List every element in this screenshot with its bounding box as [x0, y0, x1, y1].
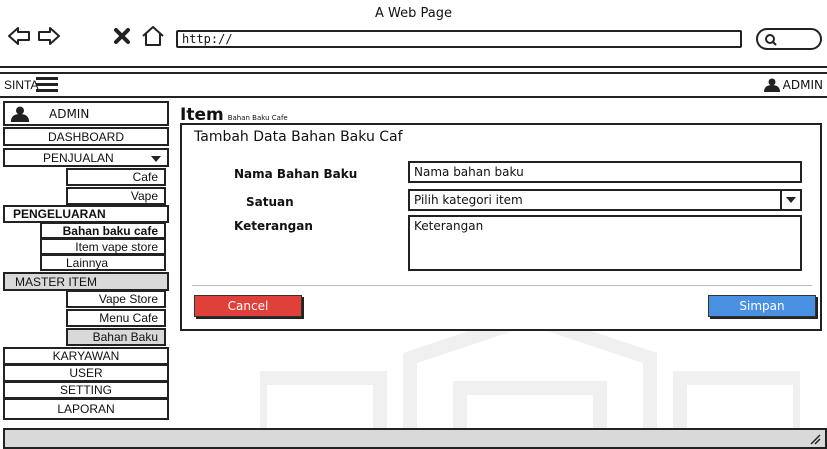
sidebar-item-item-vape-store[interactable]: Item vape store	[40, 238, 166, 255]
name-label: Nama Bahan Baku	[234, 167, 358, 181]
sidebar-item-dashboard[interactable]: DASHBOARD	[3, 127, 169, 146]
sidebar-item-menu-cafe[interactable]: Menu Cafe	[66, 309, 166, 327]
sidebar-item-pengeluaran[interactable]: PENGELUARAN	[3, 205, 169, 223]
search-icon	[765, 34, 777, 46]
save-button[interactable]: Simpan	[708, 295, 816, 317]
user-menu[interactable]: ADMIN	[763, 78, 823, 92]
page-subtitle: Bahan Baku Cafe	[227, 114, 288, 122]
user-icon	[763, 78, 780, 92]
sidebar-item-laporan[interactable]: LAPORAN	[3, 398, 169, 420]
sidebar-user: ADMIN	[3, 101, 169, 126]
app-bar: SINTA ADMIN	[0, 72, 827, 98]
user-icon	[10, 106, 30, 122]
close-icon[interactable]	[110, 24, 136, 48]
user-name: ADMIN	[782, 78, 823, 92]
sidebar-item-lainnya[interactable]: Lainnya	[40, 254, 166, 271]
sidebar-user-name: ADMIN	[49, 106, 90, 121]
page-title: Item Bahan Baku Cafe	[180, 105, 288, 125]
menu-icon[interactable]	[36, 77, 58, 93]
sidebar-item-karyawan[interactable]: KARYAWAN	[3, 347, 169, 365]
divider	[192, 285, 812, 286]
sidebar-item-label: PENJUALAN	[43, 150, 114, 165]
chevron-down-icon	[786, 197, 796, 203]
url-bar[interactable]: http://	[176, 30, 742, 48]
sidebar-item-cafe[interactable]: Cafe	[66, 168, 166, 186]
watermark-graphic	[260, 318, 800, 428]
sidebar-item-setting[interactable]: SETTING	[3, 381, 169, 399]
unit-select-value: Pilih kategori item	[414, 193, 523, 207]
unit-label: Satuan	[246, 195, 294, 209]
home-icon[interactable]	[140, 24, 166, 48]
chevron-down-icon	[151, 156, 161, 162]
browser-window: A Web Page http://	[0, 0, 827, 68]
resize-grip-icon[interactable]	[809, 433, 821, 445]
card-title: Tambah Data Bahan Baku Caf	[194, 129, 403, 145]
sidebar-item-master-item[interactable]: MASTER ITEM	[3, 272, 169, 291]
sidebar-item-vape[interactable]: Vape	[66, 187, 166, 205]
name-input[interactable]: Nama bahan baku	[408, 161, 802, 183]
window-title: A Web Page	[375, 6, 452, 21]
cancel-button[interactable]: Cancel	[194, 295, 302, 317]
sidebar-item-user[interactable]: USER	[3, 364, 169, 382]
search-button[interactable]	[756, 28, 822, 50]
app-name: SINTA	[4, 78, 39, 92]
sidebar-item-bahan-baku-cafe[interactable]: Bahan baku cafe	[40, 222, 166, 239]
dropdown-toggle[interactable]	[780, 191, 800, 209]
sidebar-item-vape-store[interactable]: Vape Store	[66, 290, 166, 308]
page-title-text: Item	[180, 105, 224, 125]
forward-arrow-icon[interactable]	[36, 24, 62, 48]
sidebar-item-bahan-baku[interactable]: Bahan Baku	[66, 328, 166, 346]
sidebar-item-penjualan[interactable]: PENJUALAN	[3, 148, 169, 167]
note-label: Keterangan	[234, 219, 313, 233]
form-card: Tambah Data Bahan Baku Caf Nama Bahan Ba…	[180, 123, 822, 331]
back-arrow-icon[interactable]	[6, 24, 32, 48]
unit-select[interactable]: Pilih kategori item	[408, 189, 802, 211]
note-textarea[interactable]: Keterangan	[408, 215, 802, 271]
status-bar	[3, 428, 827, 449]
